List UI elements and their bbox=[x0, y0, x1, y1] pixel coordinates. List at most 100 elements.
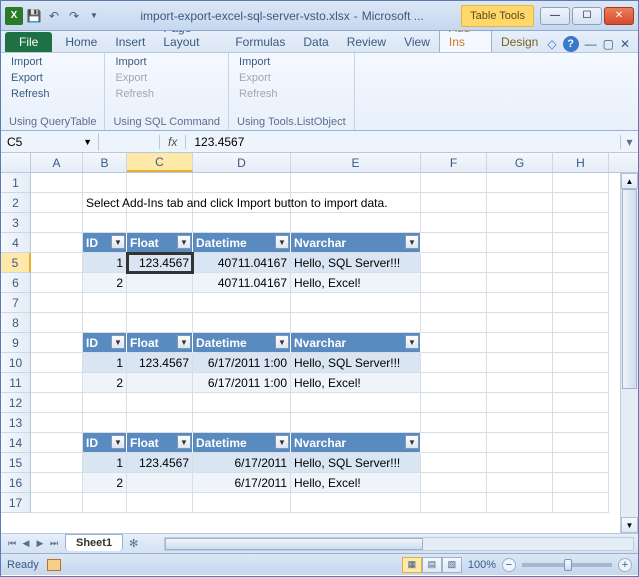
filter-dropdown-icon[interactable]: ▼ bbox=[111, 235, 125, 249]
new-sheet-icon[interactable]: ✻ bbox=[123, 535, 144, 552]
cell-H9[interactable] bbox=[553, 333, 609, 353]
cell-B4[interactable]: ID▼ bbox=[83, 233, 127, 253]
cell-E14[interactable]: Nvarchar▼ bbox=[291, 433, 421, 453]
cell-H10[interactable] bbox=[553, 353, 609, 373]
cell-A5[interactable] bbox=[31, 253, 83, 273]
col-header-D[interactable]: D bbox=[193, 153, 291, 172]
cell-D8[interactable] bbox=[193, 313, 291, 333]
cell-E11[interactable]: Hello, Excel! bbox=[291, 373, 421, 393]
tab-home[interactable]: Home bbox=[56, 32, 106, 52]
cell-E13[interactable] bbox=[291, 413, 421, 433]
cell-B10[interactable]: 1 bbox=[83, 353, 127, 373]
cell-D17[interactable] bbox=[193, 493, 291, 513]
col-header-A[interactable]: A bbox=[31, 153, 83, 172]
filter-dropdown-icon[interactable]: ▼ bbox=[405, 435, 419, 449]
scroll-down-icon[interactable]: ▼ bbox=[621, 517, 638, 533]
cell-A13[interactable] bbox=[31, 413, 83, 433]
cell-A15[interactable] bbox=[31, 453, 83, 473]
cell-G2[interactable] bbox=[487, 193, 553, 213]
cell-E16[interactable]: Hello, Excel! bbox=[291, 473, 421, 493]
cell-G14[interactable] bbox=[487, 433, 553, 453]
ribbon-cmd-import-1[interactable]: Import bbox=[113, 55, 220, 69]
cell-H12[interactable] bbox=[553, 393, 609, 413]
cell-G9[interactable] bbox=[487, 333, 553, 353]
cell-E17[interactable] bbox=[291, 493, 421, 513]
cell-F1[interactable] bbox=[421, 173, 487, 193]
cell-F4[interactable] bbox=[421, 233, 487, 253]
first-sheet-icon[interactable]: ⏮ bbox=[5, 537, 19, 551]
tab-insert[interactable]: Insert bbox=[106, 32, 154, 52]
horizontal-scrollbar[interactable] bbox=[164, 537, 634, 551]
cell-G16[interactable] bbox=[487, 473, 553, 493]
filter-dropdown-icon[interactable]: ▼ bbox=[275, 435, 289, 449]
cell-C1[interactable] bbox=[127, 173, 193, 193]
filter-dropdown-icon[interactable]: ▼ bbox=[275, 335, 289, 349]
ribbon-cmd-refresh-0[interactable]: Refresh bbox=[9, 87, 96, 101]
cell-B3[interactable] bbox=[83, 213, 127, 233]
ribbon-cmd-export-0[interactable]: Export bbox=[9, 71, 96, 85]
tab-file[interactable]: File bbox=[5, 32, 52, 52]
cell-D14[interactable]: Datetime▼ bbox=[193, 433, 291, 453]
cell-D3[interactable] bbox=[193, 213, 291, 233]
cell-C15[interactable]: 123.4567 bbox=[127, 453, 193, 473]
filter-dropdown-icon[interactable]: ▼ bbox=[177, 235, 191, 249]
maximize-button[interactable]: ☐ bbox=[572, 7, 602, 25]
cell-E9[interactable]: Nvarchar▼ bbox=[291, 333, 421, 353]
cell-C14[interactable]: Float▼ bbox=[127, 433, 193, 453]
page-layout-view-button[interactable]: ▤ bbox=[422, 557, 442, 573]
cell-F14[interactable] bbox=[421, 433, 487, 453]
col-header-C[interactable]: C bbox=[127, 153, 193, 172]
select-all-corner[interactable] bbox=[1, 153, 31, 172]
cell-A11[interactable] bbox=[31, 373, 83, 393]
cell-G11[interactable] bbox=[487, 373, 553, 393]
filter-dropdown-icon[interactable]: ▼ bbox=[275, 235, 289, 249]
zoom-slider[interactable] bbox=[522, 563, 612, 567]
cell-C5[interactable]: 123.4567 bbox=[127, 253, 193, 273]
row-header-4[interactable]: 4 bbox=[1, 233, 31, 253]
cell-B5[interactable]: 1 bbox=[83, 253, 127, 273]
zoom-out-button[interactable]: − bbox=[502, 558, 516, 572]
cell-H8[interactable] bbox=[553, 313, 609, 333]
col-header-H[interactable]: H bbox=[553, 153, 609, 172]
cell-A7[interactable] bbox=[31, 293, 83, 313]
filter-dropdown-icon[interactable]: ▼ bbox=[405, 335, 419, 349]
cell-G4[interactable] bbox=[487, 233, 553, 253]
cell-E15[interactable]: Hello, SQL Server!!! bbox=[291, 453, 421, 473]
cell-A6[interactable] bbox=[31, 273, 83, 293]
cell-E1[interactable] bbox=[291, 173, 421, 193]
hscroll-thumb[interactable] bbox=[165, 538, 422, 550]
cell-H1[interactable] bbox=[553, 173, 609, 193]
page-break-view-button[interactable]: ▧ bbox=[442, 557, 462, 573]
scroll-up-icon[interactable]: ▲ bbox=[621, 173, 638, 189]
cell-B12[interactable] bbox=[83, 393, 127, 413]
cell-E3[interactable] bbox=[291, 213, 421, 233]
filter-dropdown-icon[interactable]: ▼ bbox=[111, 335, 125, 349]
filter-dropdown-icon[interactable]: ▼ bbox=[111, 435, 125, 449]
cell-A10[interactable] bbox=[31, 353, 83, 373]
doc-close-icon[interactable]: ✕ bbox=[620, 37, 630, 51]
vscroll-thumb[interactable] bbox=[622, 189, 637, 389]
minimize-button[interactable]: — bbox=[540, 7, 570, 25]
row-header-11[interactable]: 11 bbox=[1, 373, 31, 393]
cell-A3[interactable] bbox=[31, 213, 83, 233]
cell-G15[interactable] bbox=[487, 453, 553, 473]
cell-B13[interactable] bbox=[83, 413, 127, 433]
cell-C12[interactable] bbox=[127, 393, 193, 413]
row-header-10[interactable]: 10 bbox=[1, 353, 31, 373]
cell-B9[interactable]: ID▼ bbox=[83, 333, 127, 353]
cell-H14[interactable] bbox=[553, 433, 609, 453]
cell-G12[interactable] bbox=[487, 393, 553, 413]
cell-G6[interactable] bbox=[487, 273, 553, 293]
zoom-in-button[interactable]: + bbox=[618, 558, 632, 572]
cell-B7[interactable] bbox=[83, 293, 127, 313]
tab-data[interactable]: Data bbox=[294, 32, 337, 52]
zoom-thumb[interactable] bbox=[564, 559, 572, 571]
sheet-tab-sheet1[interactable]: Sheet1 bbox=[65, 534, 123, 551]
cell-H6[interactable] bbox=[553, 273, 609, 293]
row-header-9[interactable]: 9 bbox=[1, 333, 31, 353]
cell-H4[interactable] bbox=[553, 233, 609, 253]
cell-E6[interactable]: Hello, Excel! bbox=[291, 273, 421, 293]
cell-D6[interactable]: 40711.04167 bbox=[193, 273, 291, 293]
cell-C16[interactable] bbox=[127, 473, 193, 493]
cell-G5[interactable] bbox=[487, 253, 553, 273]
